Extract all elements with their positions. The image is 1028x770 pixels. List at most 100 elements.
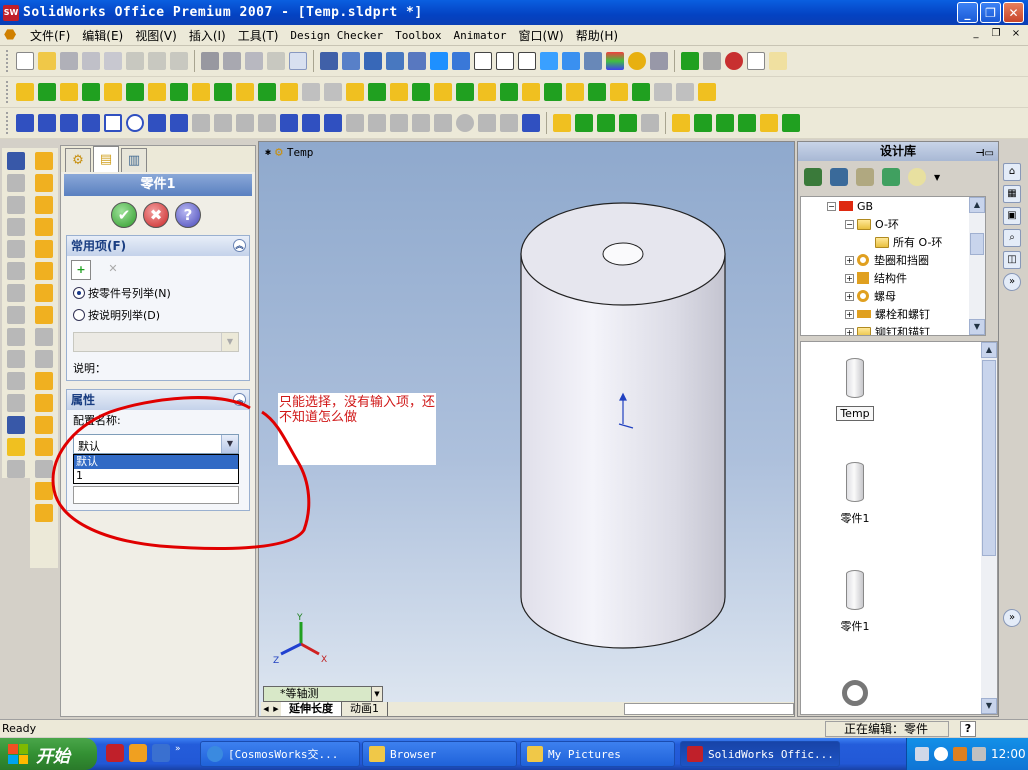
scroll-down-icon[interactable]: ▼ (969, 319, 985, 335)
offset-icon[interactable] (236, 114, 254, 132)
options-icon[interactable] (223, 52, 241, 70)
thumbnail-item[interactable]: 零件1 (825, 462, 885, 526)
expand-toggle[interactable]: + (845, 255, 854, 265)
menu-help[interactable]: 帮助(H) (570, 27, 624, 44)
scroll-right-icon[interactable]: ▶ (271, 705, 281, 713)
help-icon[interactable]: ? (960, 721, 976, 737)
horizontal-scrollbar[interactable] (624, 703, 794, 715)
search-tab-icon[interactable]: ⌕ (1003, 229, 1021, 247)
feature-icon[interactable] (566, 83, 584, 101)
select-icon[interactable] (201, 52, 219, 70)
sheetmetal-icon[interactable] (35, 306, 53, 324)
sheetmetal-icon[interactable] (35, 328, 53, 346)
layer-icon[interactable] (694, 114, 712, 132)
feature-icon[interactable] (698, 83, 716, 101)
smart-dimension-icon[interactable] (38, 114, 56, 132)
expand-tray-icon[interactable] (934, 747, 948, 761)
line-icon[interactable] (60, 114, 78, 132)
mold-icon[interactable] (7, 284, 25, 302)
zoom-icon[interactable] (342, 52, 360, 70)
relations-icon[interactable] (575, 114, 593, 132)
pan-icon[interactable] (364, 52, 382, 70)
delete-item-icon[interactable]: ✕ (103, 260, 123, 280)
relations-icon[interactable] (641, 114, 659, 132)
print-icon[interactable] (82, 52, 100, 70)
sheetmetal-icon[interactable] (35, 152, 53, 170)
refresh-icon[interactable] (882, 168, 900, 186)
stop-icon[interactable] (703, 52, 721, 70)
feature-icon[interactable] (412, 83, 430, 101)
sheetmetal-icon[interactable] (35, 372, 53, 390)
sheetmetal-icon[interactable] (35, 218, 53, 236)
mold-icon[interactable] (7, 416, 25, 434)
feature-icon[interactable] (236, 83, 254, 101)
menu-file[interactable]: 文件(F) (24, 27, 76, 44)
feature-icon[interactable] (588, 83, 606, 101)
point-icon[interactable] (302, 114, 320, 132)
arc-icon[interactable] (170, 114, 188, 132)
feature-icon[interactable] (192, 83, 210, 101)
config-input-field[interactable] (73, 486, 239, 504)
radio-list-by-part-number[interactable]: 按零件号列举(N) (67, 282, 249, 304)
radio-button[interactable] (73, 287, 85, 299)
mold-icon[interactable] (7, 262, 25, 280)
feature-icon[interactable] (280, 83, 298, 101)
chamfer-icon[interactable] (214, 114, 232, 132)
feature-icon[interactable] (434, 83, 452, 101)
sheetmetal-icon[interactable] (35, 482, 53, 500)
file-explorer-icon[interactable]: ▣ (1003, 207, 1021, 225)
taskbar-item-solidworks[interactable]: SolidWorks Offic... (680, 741, 840, 767)
feature-icon[interactable] (126, 83, 144, 101)
feature-icon[interactable] (82, 83, 100, 101)
realview-icon[interactable] (628, 52, 646, 70)
solidworks-launch-icon[interactable] (106, 744, 124, 762)
grid-icon[interactable] (245, 52, 263, 70)
layer-icon[interactable] (760, 114, 778, 132)
ok-button[interactable]: ✔ (111, 202, 137, 228)
feature-icon[interactable] (632, 83, 650, 101)
menu-edit[interactable]: 编辑(E) (76, 27, 129, 44)
ellipse-icon[interactable] (456, 114, 474, 132)
mold-icon[interactable] (7, 196, 25, 214)
feature-icon[interactable] (346, 83, 364, 101)
shaded-icon[interactable] (562, 52, 580, 70)
mold-icon[interactable] (7, 394, 25, 412)
scroll-thumb[interactable] (982, 360, 996, 556)
menu-tools[interactable]: 工具(T) (232, 27, 285, 44)
spline-icon[interactable] (280, 114, 298, 132)
sheetmetal-icon[interactable] (35, 460, 53, 478)
hidden-removed-icon[interactable] (518, 52, 536, 70)
tree-item-bolts[interactable]: + 螺栓和螺钉 (801, 305, 985, 323)
tab-configuration-manager[interactable]: ▥ (121, 148, 147, 172)
rectangle-icon[interactable] (104, 114, 122, 132)
thumbnail-item[interactable] (825, 680, 885, 706)
section-view-icon[interactable] (584, 52, 602, 70)
taskbar-item-my-pictures[interactable]: My Pictures (520, 741, 675, 767)
normal-to-icon[interactable] (408, 52, 426, 70)
network-icon[interactable] (953, 747, 967, 761)
feature-icon[interactable] (478, 83, 496, 101)
scroll-up-icon[interactable]: ▲ (981, 342, 997, 358)
edit-notes-icon[interactable] (769, 52, 787, 70)
centerline-icon[interactable] (82, 114, 100, 132)
config-option[interactable]: 1 (74, 469, 238, 483)
feature-icon[interactable] (500, 83, 518, 101)
mold-icon[interactable] (7, 328, 25, 346)
mold-icon[interactable] (7, 372, 25, 390)
collapse-icon[interactable]: ︽ (233, 393, 246, 406)
toolbar-grip[interactable] (6, 112, 10, 134)
feature-icon[interactable] (324, 83, 342, 101)
photoworks-icon[interactable] (650, 52, 668, 70)
expand-toggle[interactable]: + (845, 273, 854, 283)
feature-icon[interactable] (610, 83, 628, 101)
radio-button[interactable] (73, 309, 85, 321)
mold-icon[interactable] (7, 438, 25, 456)
layer-icon[interactable] (782, 114, 800, 132)
feature-icon[interactable] (170, 83, 188, 101)
relations-icon[interactable] (597, 114, 615, 132)
undo-icon[interactable] (126, 52, 144, 70)
relations-icon[interactable] (553, 114, 571, 132)
menu-window[interactable]: 窗口(W) (512, 27, 569, 44)
extend-icon[interactable] (390, 114, 408, 132)
sheetmetal-icon[interactable] (35, 262, 53, 280)
